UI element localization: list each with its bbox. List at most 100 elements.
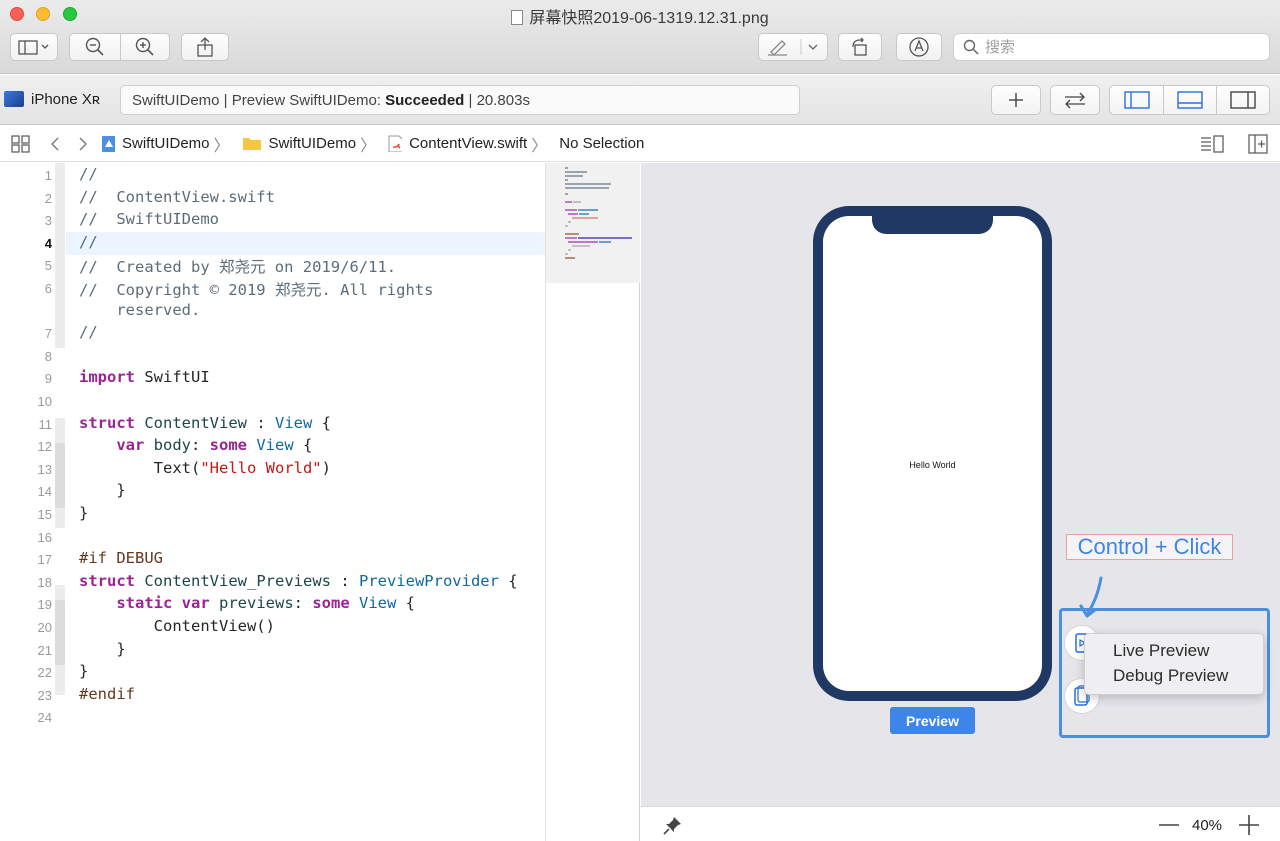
preview-canvas[interactable]: Hello World Preview Control + Click Live…	[641, 163, 1280, 806]
window-title: 屏幕快照2019-06-1319.12.31.png	[0, 4, 1280, 28]
code-line: }	[79, 504, 89, 522]
code-line: ContentView()	[79, 617, 275, 635]
toggle-debug-area-button[interactable]	[1163, 85, 1217, 115]
code-line: struct ContentView_Previews : PreviewPro…	[79, 571, 518, 590]
line-number: 24	[37, 710, 52, 726]
control-click-annotation: Control + Click	[1066, 534, 1233, 560]
pen-icon	[768, 39, 818, 56]
line-number: 7	[44, 326, 52, 342]
code-line: import SwiftUI	[79, 368, 210, 387]
line-number: 19	[37, 597, 52, 613]
jump-bar: SwiftUIDemo 〉 SwiftUIDemo 〉 ContentView.sw…	[0, 126, 1280, 162]
library-button[interactable]	[991, 85, 1041, 115]
canvas-bottom-bar: 40%	[641, 806, 1280, 841]
sidebar-toggle-button[interactable]	[10, 33, 58, 61]
zoom-out-icon[interactable]	[1158, 815, 1180, 835]
debug-pane-icon	[1177, 91, 1203, 109]
project-icon	[102, 136, 115, 152]
activity-suffix: | 20.803s	[464, 91, 530, 109]
code-line: //	[79, 323, 98, 342]
minimap-visible-region[interactable]	[546, 163, 640, 283]
activity-viewer: SwiftUIDemo | Preview SwiftUIDemo: Succe…	[120, 85, 800, 115]
zoom-in-icon[interactable]	[1238, 814, 1260, 836]
markup-toolbar-icon	[909, 37, 929, 57]
hello-world-text: Hello World	[909, 460, 956, 470]
pin-icon[interactable]	[663, 815, 683, 835]
line-number: 22	[37, 665, 52, 681]
line-number: 2	[44, 190, 52, 206]
current-line-highlight	[66, 232, 545, 255]
breadcrumb-label: ContentView.swift	[409, 135, 528, 152]
document-icon	[511, 10, 524, 25]
zoom-out-button[interactable]	[69, 33, 121, 61]
rotate-button[interactable]	[838, 33, 882, 61]
activity-status: Succeeded	[385, 91, 465, 109]
add-editor-icon[interactable]	[1248, 134, 1268, 154]
minimap[interactable]	[545, 163, 640, 841]
menu-item-live-preview[interactable]: Live Preview	[1113, 641, 1263, 666]
rotate-icon	[852, 37, 867, 56]
related-items-icon[interactable]	[11, 134, 31, 153]
preview-label: Preview	[890, 707, 975, 734]
iphone-device-frame: Hello World	[813, 206, 1052, 701]
toggle-inspector-button[interactable]	[1216, 85, 1270, 115]
breadcrumb-group[interactable]: SwiftUIDemo 〉	[242, 132, 383, 156]
code-line: var body: some View {	[116, 436, 313, 455]
search-input[interactable]	[985, 38, 1265, 56]
search-icon	[963, 39, 979, 55]
zoom-in-button[interactable]	[120, 33, 170, 61]
annotate-button[interactable]	[896, 33, 942, 61]
preview-window: 屏幕快照2019-06-1319.12.31.png i	[0, 0, 1280, 841]
device-screen[interactable]: Hello World	[823, 216, 1042, 691]
markup-button[interactable]	[758, 33, 828, 61]
menu-item-debug-preview[interactable]: Debug Preview	[1113, 666, 1263, 691]
device-notch	[872, 216, 993, 234]
line-number: 21	[37, 642, 52, 658]
line-number: 17	[37, 552, 52, 568]
toggle-navigator-button[interactable]	[1109, 85, 1164, 115]
code-review-button[interactable]	[1050, 85, 1100, 115]
xcode-toolbar: iPhone Xʀ SwiftUIDemo | Preview SwiftUID…	[0, 75, 1280, 125]
breadcrumb-file[interactable]: ContentView.swift 〉	[388, 132, 553, 156]
navigator-pane-icon	[1123, 91, 1150, 109]
share-button[interactable]	[181, 33, 229, 61]
code-line: Text("Hello World")	[79, 458, 331, 477]
code-line: }	[79, 639, 126, 658]
code-line: reserved.	[79, 300, 201, 319]
code-line: #if DEBUG	[79, 549, 164, 568]
line-number: 10	[37, 394, 52, 409]
line-number: 11	[38, 416, 53, 432]
search-field[interactable]	[953, 33, 1270, 61]
window-titlebar: 屏幕快照2019-06-1319.12.31.png	[0, 0, 1280, 74]
line-number: 9	[44, 371, 52, 387]
plus-icon	[1009, 93, 1023, 107]
line-number: 15	[37, 507, 52, 522]
code-line: }	[79, 662, 89, 681]
forward-chevron-icon[interactable]	[77, 136, 89, 152]
zoom-in-icon	[135, 37, 154, 56]
line-number: 12	[37, 439, 52, 455]
code-line: static var previews: some View {	[116, 594, 416, 613]
context-menu: Live Preview Debug Preview	[1084, 633, 1264, 695]
line-number: 18	[37, 574, 52, 590]
device-icon	[4, 91, 24, 107]
gutter-fold-bar	[55, 600, 65, 665]
run-destination-selector[interactable]: iPhone Xʀ	[4, 85, 100, 113]
code-line: #endif	[79, 684, 135, 703]
back-chevron-icon[interactable]	[49, 136, 61, 152]
window-title-text: 屏幕快照2019-06-1319.12.31.png	[529, 10, 769, 27]
activity-prefix: SwiftUIDemo | Preview SwiftUIDemo:	[132, 91, 386, 109]
line-number: 3	[44, 213, 52, 229]
source-editor[interactable]: 1 2 3 4 5 6 7 8 9 10 11 12 13 14 15 16 17 18 19 20 21 22 23 24 …	[0, 163, 545, 841]
breadcrumb-project[interactable]: SwiftUIDemo 〉	[101, 132, 236, 156]
gutter-fold-bar	[55, 163, 65, 348]
swap-arrows-icon	[1065, 92, 1085, 109]
line-number-gutter: 1 2 3 4 5 6 7 8 9 10 11 12 13 14 15 16 17 18 19 20 21 22 23 24	[0, 163, 66, 841]
code-line: // Copyright © 2019 郑尧元. All rights	[79, 281, 434, 299]
code-line: // ContentView.swift	[79, 187, 275, 206]
swift-file-icon	[388, 135, 403, 152]
editor-options-icon[interactable]	[1199, 134, 1225, 154]
code-line: // SwiftUIDemo	[79, 210, 219, 229]
share-icon	[197, 37, 213, 57]
breadcrumb-symbol[interactable]: No Selection	[559, 135, 644, 152]
